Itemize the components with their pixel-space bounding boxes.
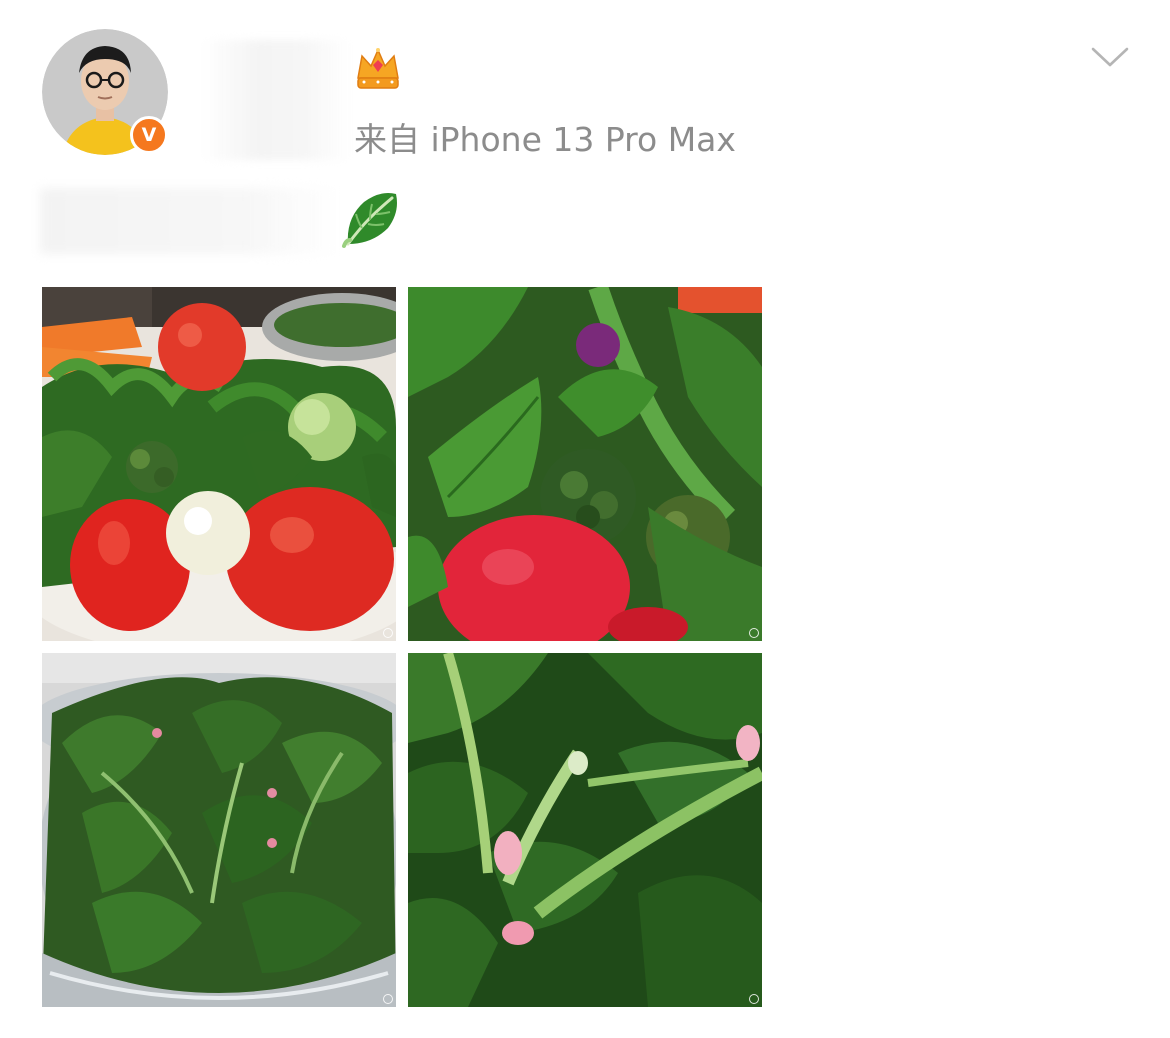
weibo-watermark-icon bbox=[383, 994, 393, 1004]
photo-vegetables-closeup bbox=[408, 287, 762, 641]
post-text-redacted bbox=[40, 188, 340, 254]
photo-vegetables-tomatoes bbox=[42, 287, 396, 641]
photo-grid bbox=[42, 287, 762, 1007]
avatar[interactable]: V bbox=[42, 29, 168, 155]
post-source: 来自 iPhone 13 Pro Max bbox=[354, 120, 736, 159]
weibo-post: V 来自 iPhone 13 Pro Max bbox=[0, 0, 1170, 1038]
verified-badge-icon: V bbox=[130, 116, 168, 154]
weibo-watermark-icon bbox=[749, 994, 759, 1004]
photo-spinach-bowl bbox=[42, 653, 396, 1007]
photo-spinach-closeup bbox=[408, 653, 762, 1007]
crown-icon[interactable] bbox=[354, 48, 402, 92]
post-photo-4[interactable] bbox=[408, 653, 762, 1007]
leafy-green-emoji bbox=[342, 193, 397, 248]
post-photo-1[interactable] bbox=[42, 287, 396, 641]
post-photo-2[interactable] bbox=[408, 287, 762, 641]
post-photo-3[interactable] bbox=[42, 653, 396, 1007]
chevron-down-icon[interactable] bbox=[1090, 44, 1130, 70]
username-redacted[interactable] bbox=[200, 40, 350, 160]
weibo-watermark-icon bbox=[383, 628, 393, 638]
weibo-watermark-icon bbox=[749, 628, 759, 638]
verified-badge-label: V bbox=[141, 124, 157, 146]
